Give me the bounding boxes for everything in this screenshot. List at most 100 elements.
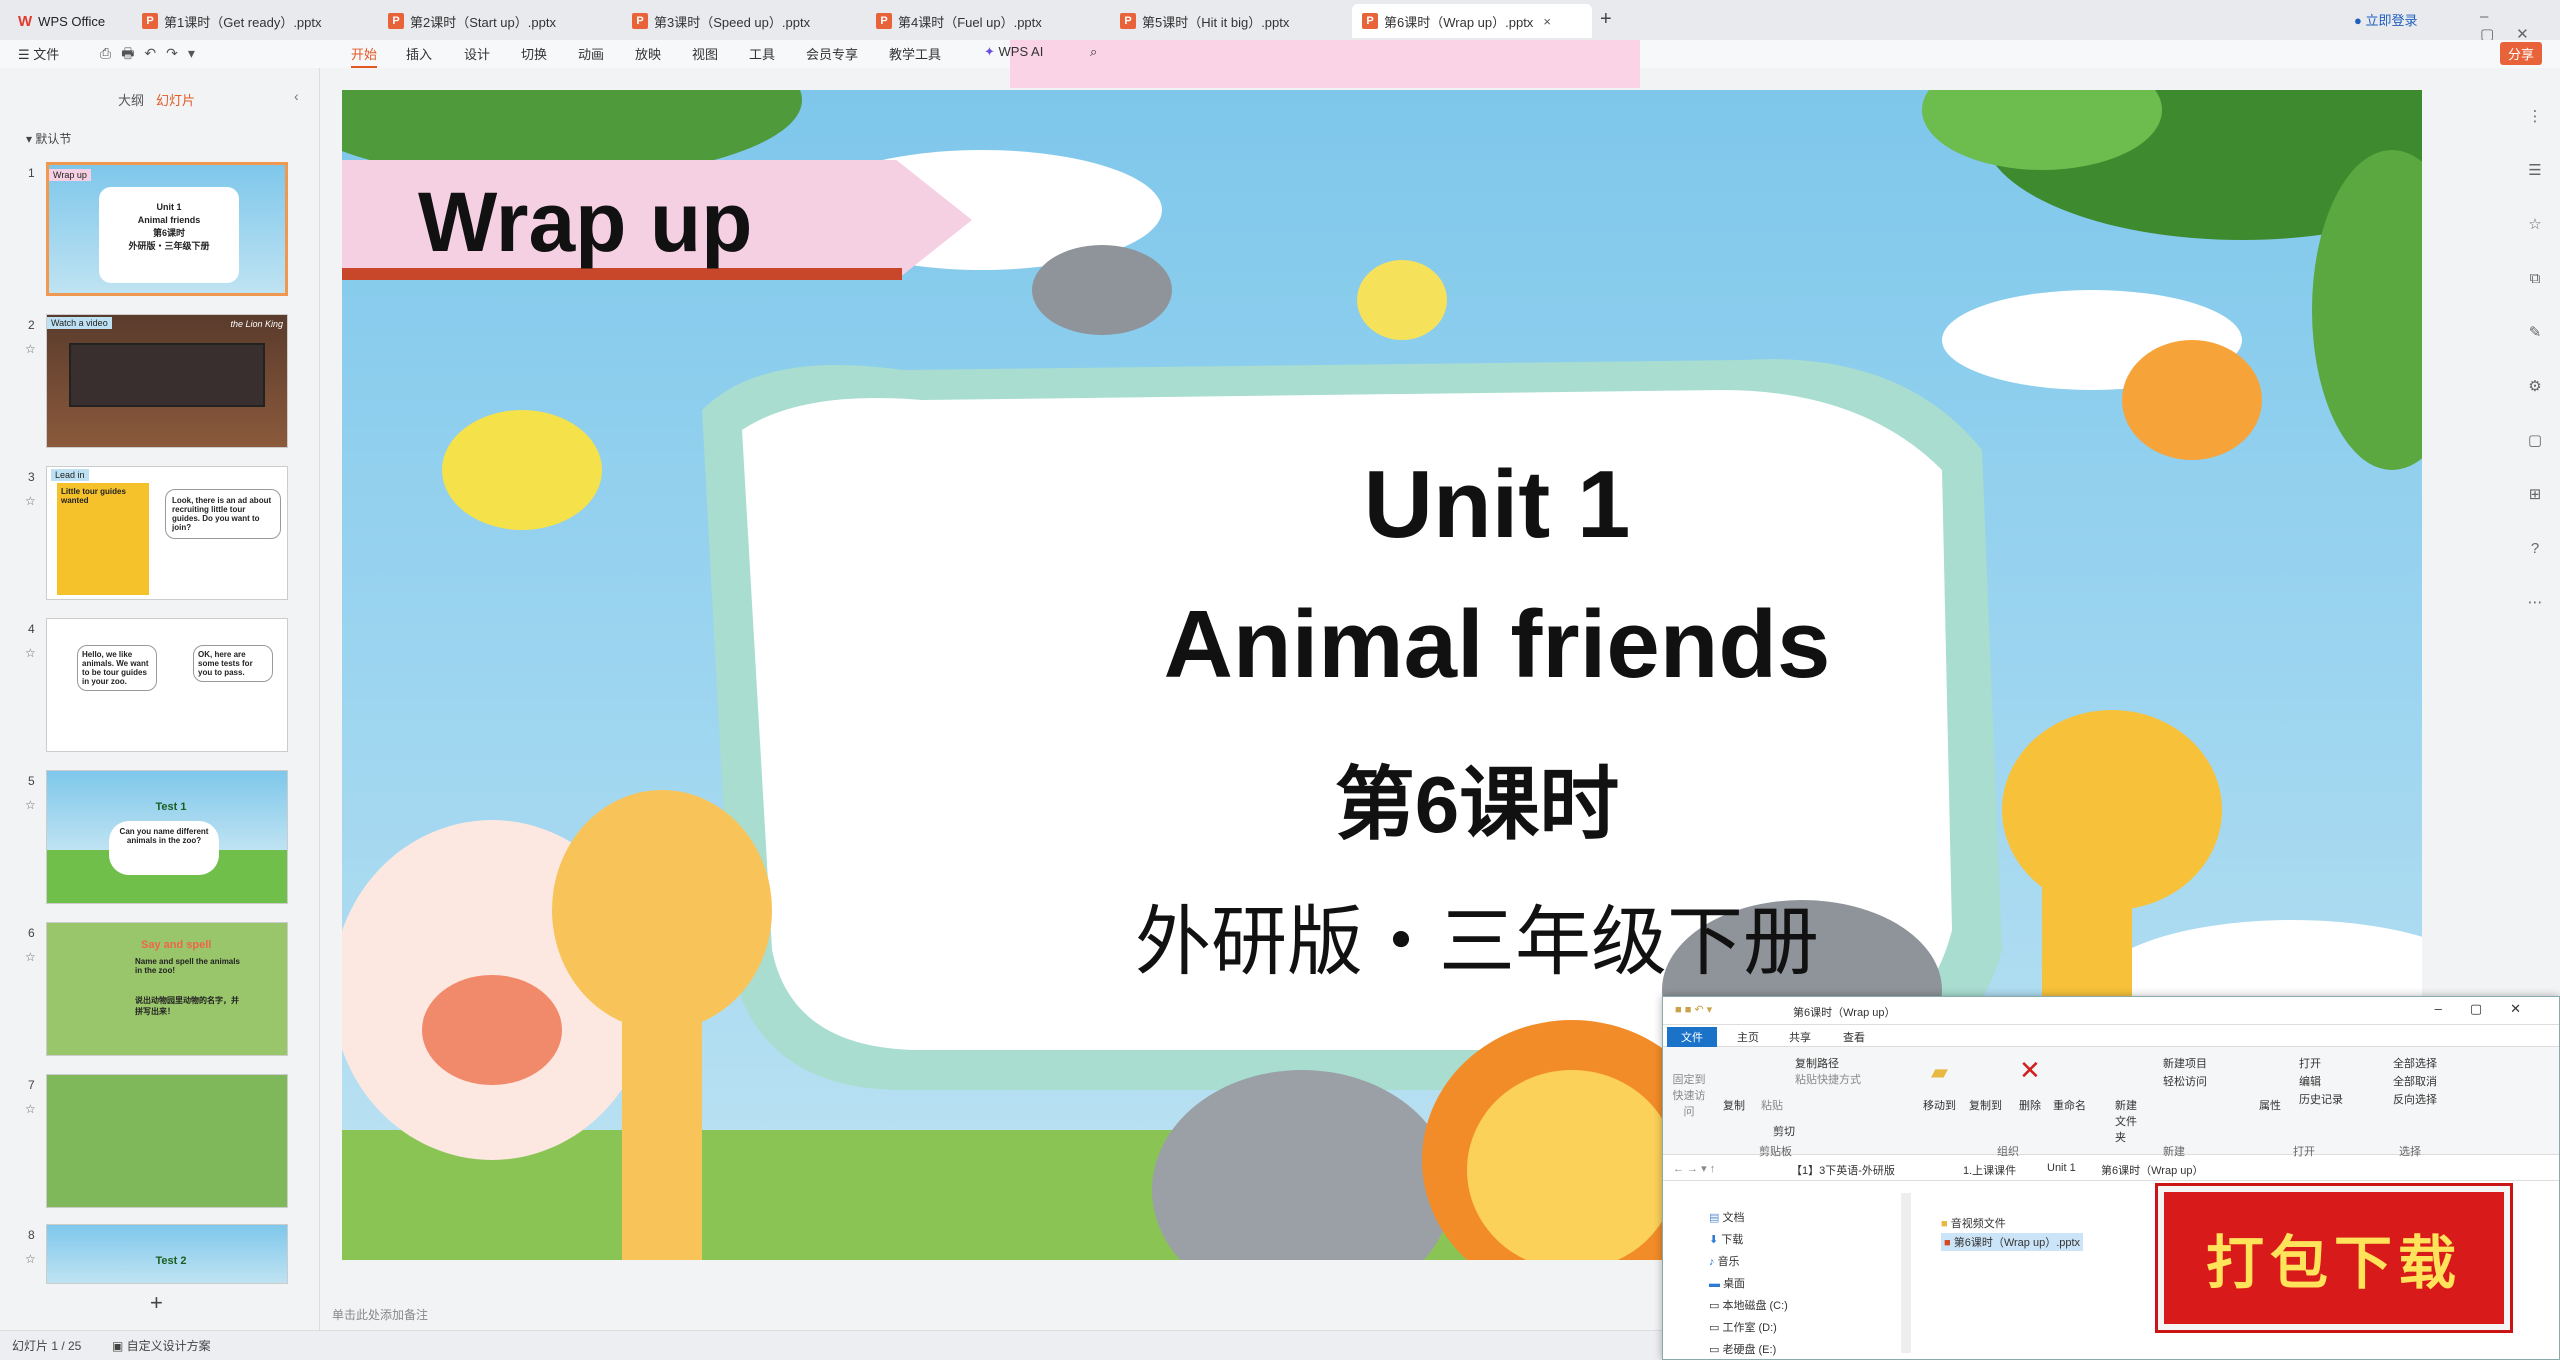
ribbon-tab-file[interactable]: 文件 <box>1667 1027 1717 1047</box>
ribbon-tab-home[interactable]: 主页 <box>1737 1029 1759 1045</box>
slide-thumbnail-5[interactable]: Test 1 Can you name different animals in… <box>46 770 288 904</box>
slide-thumbnail-8[interactable]: Test 2 <box>46 1224 288 1284</box>
download-badge[interactable]: 打包下载 <box>2158 1186 2510 1330</box>
slide-edition[interactable]: 外研版・三年级下册 <box>342 880 2422 990</box>
file-item[interactable]: ■ 第6课时（Wrap up）.pptx <box>1941 1233 2084 1251</box>
menu-teaching[interactable]: 教学工具 <box>889 44 941 63</box>
copy-to-button[interactable]: 复制到 <box>1969 1097 2002 1113</box>
menu-home[interactable]: 开始 <box>351 44 378 68</box>
star-icon[interactable]: ☆ <box>25 494 36 508</box>
tab-file-4[interactable]: P 第4课时（Fuel up）.pptx <box>866 4 1052 38</box>
slide-thumbnail-2[interactable]: Watch a video the Lion King <box>46 314 288 448</box>
rename-button[interactable]: 重命名 <box>2053 1097 2086 1113</box>
ribbon-tab-share[interactable]: 共享 <box>1789 1029 1811 1045</box>
star-icon[interactable]: ☆ <box>25 798 36 812</box>
slides-tab[interactable]: 幻灯片 <box>156 90 195 109</box>
new-item-button[interactable]: 新建项目 <box>2163 1055 2207 1071</box>
easy-access-button[interactable]: 轻松访问 <box>2163 1073 2207 1089</box>
paste-shortcut-button[interactable]: 粘贴快捷方式 <box>1795 1071 1861 1087</box>
slide-thumbnail-6[interactable]: Say and spell Name and spell the animals… <box>46 922 288 1056</box>
notes-placeholder[interactable]: 单击此处添加备注 <box>332 1306 428 1323</box>
delete-button[interactable]: 删除 <box>2019 1097 2041 1113</box>
close-icon[interactable]: × <box>1543 14 1551 29</box>
tab-file-3[interactable]: P 第3课时（Speed up）.pptx <box>622 4 820 38</box>
star-icon[interactable]: ☆ <box>25 646 36 660</box>
collapse-icon[interactable]: ‹ <box>294 88 299 104</box>
menu-animation[interactable]: 动画 <box>578 44 604 63</box>
select-none-button[interactable]: 全部取消 <box>2393 1073 2437 1089</box>
breadcrumb-4[interactable]: 第6课时（Wrap up） <box>2101 1162 2204 1178</box>
folder-icon: ■ ■ ↶ ▾ <box>1675 1004 1713 1016</box>
share-button[interactable]: 分享 <box>2500 42 2543 65</box>
banner-text[interactable]: Wrap up <box>418 174 752 271</box>
properties-button[interactable]: 属性 <box>2259 1097 2281 1113</box>
slide-thumbnail-1[interactable]: Wrap up Unit 1 Animal friends 第6课时 外研版・三… <box>46 162 288 296</box>
breadcrumb-3[interactable]: Unit 1 <box>2047 1162 2076 1174</box>
window-controls[interactable]: –▢✕ <box>2480 8 2560 43</box>
wps-home-tab[interactable]: W WPS Office <box>18 4 105 38</box>
tab-file-5[interactable]: P 第5课时（Hit it big）.pptx <box>1110 4 1299 38</box>
nav-drive-c[interactable]: ▭ 本地磁盘 (C:) <box>1709 1297 1788 1313</box>
nav-arrows-icon[interactable]: ← → ▾ ↑ <box>1673 1162 1715 1175</box>
nav-documents[interactable]: ▤ 文档 <box>1709 1209 1744 1225</box>
open-button[interactable]: 打开 <box>2299 1055 2321 1071</box>
history-button[interactable]: 历史记录 <box>2299 1091 2343 1107</box>
slide-lesson[interactable]: 第6课时 <box>342 740 2422 856</box>
slide-title[interactable]: Animal friends <box>342 590 2422 700</box>
design-scheme[interactable]: ▣ 自定义设计方案 <box>112 1337 211 1354</box>
quick-toolbar[interactable]: ⎙🖶↶↷▾ <box>100 43 205 67</box>
section-label[interactable]: ▾ 默认节 <box>26 130 71 147</box>
nav-music[interactable]: ♪ 音乐 <box>1709 1253 1740 1269</box>
outline-tab[interactable]: 大纲 <box>118 90 144 109</box>
add-slide-button[interactable]: + <box>150 1290 163 1316</box>
menu-member[interactable]: 会员专享 <box>806 44 858 63</box>
menu-tools[interactable]: 工具 <box>749 44 775 63</box>
new-tab-icon[interactable]: + <box>1600 8 1612 31</box>
breadcrumb-2[interactable]: 1.上课课件 <box>1963 1162 2016 1178</box>
delete-icon: ✕ <box>2019 1055 2041 1085</box>
slide-thumbnail-7[interactable] <box>46 1074 288 1208</box>
menu-slideshow[interactable]: 放映 <box>635 44 661 63</box>
nav-drive-e[interactable]: ▭ 老硬盘 (E:) <box>1709 1341 1776 1357</box>
tab-file-2[interactable]: P 第2课时（Start up）.pptx <box>378 4 566 38</box>
copy-path-button[interactable]: 复制路径 <box>1795 1055 1839 1071</box>
nav-scrollbar[interactable] <box>1901 1193 1911 1353</box>
copy-button[interactable]: 复制 <box>1723 1097 1745 1113</box>
move-to-button[interactable]: 移动到 <box>1923 1097 1956 1113</box>
login-link[interactable]: ● 立即登录 <box>2354 10 2418 29</box>
star-icon[interactable]: ☆ <box>25 950 36 964</box>
menu-wps-ai[interactable]: ✦ WPS AI <box>984 44 1043 60</box>
nav-downloads[interactable]: ⬇ 下载 <box>1709 1231 1743 1247</box>
menu-insert[interactable]: 插入 <box>406 44 432 63</box>
search-icon[interactable]: ⌕ <box>1090 44 1097 60</box>
breadcrumb-1[interactable]: 【1】3下英语-外研版 <box>1791 1162 1895 1178</box>
menu-view[interactable]: 视图 <box>692 44 718 63</box>
ppt-file-icon: P <box>388 13 404 29</box>
menu-transition[interactable]: 切换 <box>521 44 547 63</box>
slide-count: 幻灯片 1 / 25 <box>12 1339 82 1353</box>
menu-file[interactable]: ☰ 文件 <box>18 44 59 63</box>
menu-design[interactable]: 设计 <box>464 44 490 63</box>
tab-file-6[interactable]: P 第6课时（Wrap up）.pptx × <box>1352 4 1592 38</box>
right-toolbar[interactable]: ⋮ ☰ ☆ ⧉ ✎ ⚙ ▢ ⊞? ⋯ <box>2520 90 2550 630</box>
nav-drive-d[interactable]: ▭ 工作室 (D:) <box>1709 1319 1777 1335</box>
slide-thumbnail-3[interactable]: Lead in Little tour guides wanted Look, … <box>46 466 288 600</box>
new-folder-button[interactable]: 新建文件夹 <box>2115 1097 2145 1145</box>
paste-button[interactable]: 粘贴 <box>1761 1097 1783 1113</box>
star-icon[interactable]: ☆ <box>25 1252 36 1266</box>
ribbon-tab-view[interactable]: 查看 <box>1843 1029 1865 1045</box>
user-icon: ● <box>2354 13 2362 28</box>
pin-button[interactable]: 固定到快速访问 <box>1669 1071 1709 1119</box>
nav-desktop[interactable]: ▬ 桌面 <box>1709 1275 1745 1291</box>
select-all-button[interactable]: 全部选择 <box>2393 1055 2437 1071</box>
star-icon[interactable]: ☆ <box>25 1102 36 1116</box>
invert-selection-button[interactable]: 反向选择 <box>2393 1091 2437 1107</box>
explorer-window-controls[interactable]: –▢✕ <box>2435 1001 2549 1017</box>
star-icon[interactable]: ☆ <box>25 342 36 356</box>
cut-button[interactable]: 剪切 <box>1773 1123 1795 1139</box>
edit-button[interactable]: 编辑 <box>2299 1073 2321 1089</box>
tab-file-1[interactable]: P 第1课时（Get ready）.pptx <box>132 4 332 38</box>
slide-unit[interactable]: Unit 1 <box>342 450 2422 560</box>
slide-thumbnail-4[interactable]: Hello, we like animals. We want to be to… <box>46 618 288 752</box>
file-item[interactable]: ■ 音视频文件 <box>1941 1215 2006 1231</box>
